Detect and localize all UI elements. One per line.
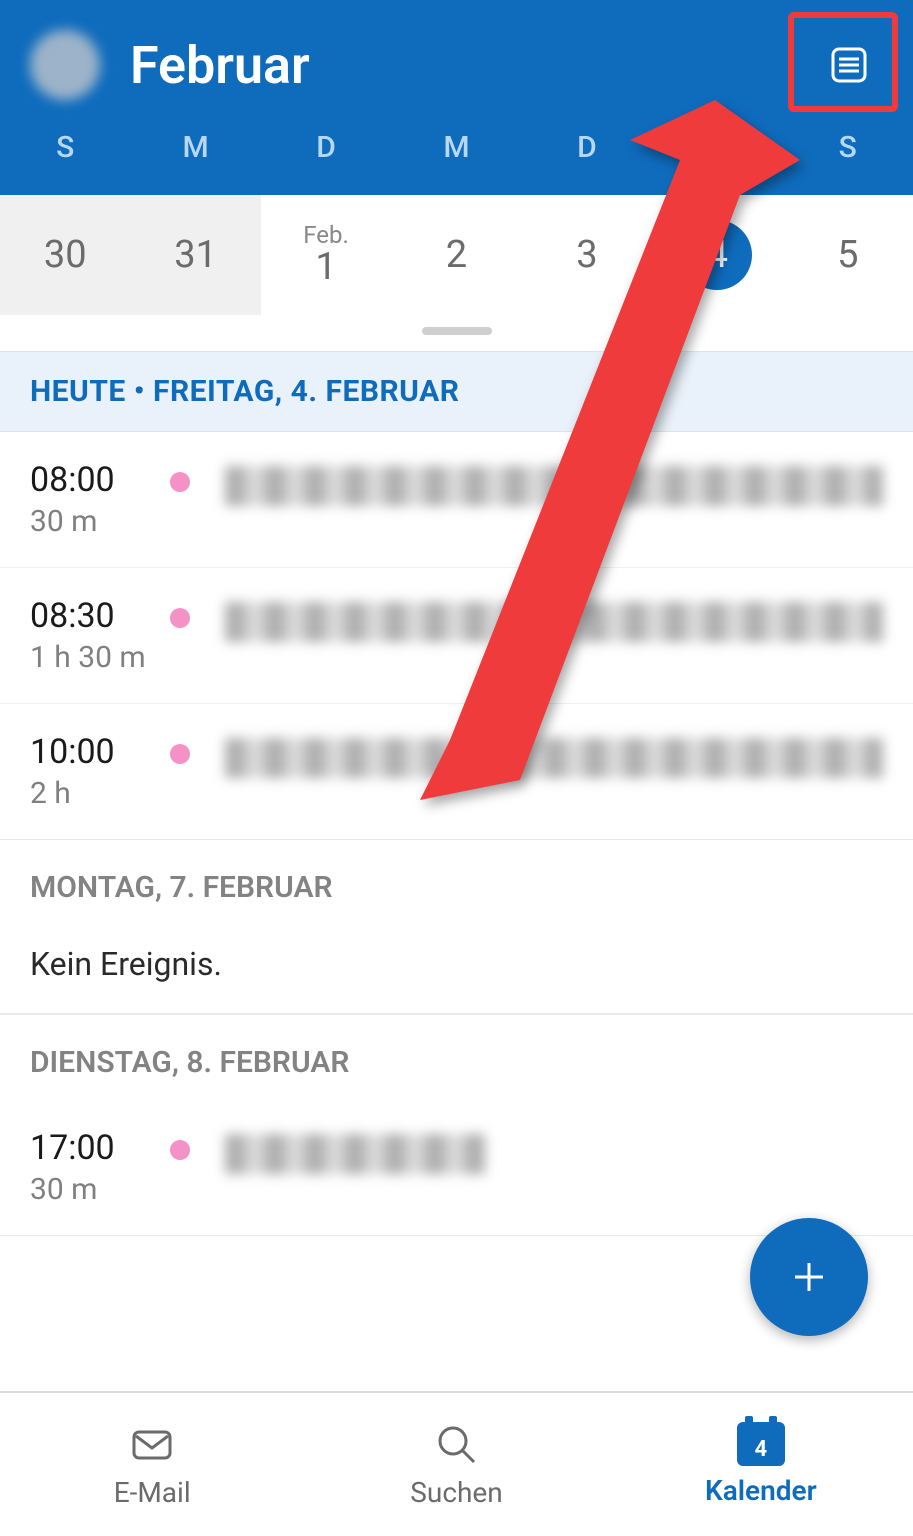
weekday-label: M [391, 130, 521, 165]
date-cell[interactable]: Feb. 1 [261, 195, 391, 315]
no-event-text: Kein Ereignis. [0, 925, 913, 1014]
nav-email[interactable]: E-Mail [0, 1393, 304, 1536]
weekday-label: F [652, 130, 782, 165]
nav-calendar[interactable]: 4 Kalender [609, 1393, 913, 1536]
date-row[interactable]: 30 31 Feb. 1 2 3 4 5 [0, 195, 913, 315]
weekday-label: S [783, 130, 913, 165]
nav-search[interactable]: Suchen [304, 1393, 608, 1536]
avatar[interactable] [30, 30, 100, 100]
event-title-redacted [225, 1134, 485, 1174]
new-event-button[interactable] [750, 1218, 868, 1336]
event-title-redacted [225, 602, 883, 642]
plus-icon [785, 1253, 833, 1301]
weekday-label: D [261, 130, 391, 165]
event-time: 17:00 30 m [30, 1128, 170, 1207]
day-header: MONTAG, 7. FEBRUAR [0, 839, 913, 925]
month-title[interactable]: Februar [130, 35, 310, 96]
event-row[interactable]: 08:00 30 m [0, 432, 913, 568]
weekday-label: D [522, 130, 652, 165]
event-time: 08:30 1 h 30 m [30, 596, 170, 675]
header-top: Februar [0, 0, 913, 120]
event-row[interactable]: 10:00 2 h [0, 704, 913, 839]
bottom-nav: E-Mail Suchen 4 Kalender [0, 1391, 913, 1536]
date-cell-selected[interactable]: 4 [652, 195, 782, 315]
date-cell[interactable]: 2 [391, 195, 521, 315]
weekday-row: S M D M D F S [0, 120, 913, 195]
mail-icon [128, 1420, 176, 1468]
today-header: HEUTE • FREITAG, 4. FEBRUAR [0, 351, 913, 432]
event-title-redacted [225, 738, 883, 778]
event-time: 08:00 30 m [30, 460, 170, 539]
event-row[interactable]: 08:30 1 h 30 m [0, 568, 913, 704]
event-time: 10:00 2 h [30, 732, 170, 811]
calendar-color-dot [170, 744, 190, 764]
event-title-redacted [225, 466, 883, 506]
drag-handle[interactable] [422, 327, 492, 335]
weekday-label: S [0, 130, 130, 165]
app-header: Februar S M D M D F S [0, 0, 913, 195]
date-cell[interactable]: 31 [130, 195, 260, 315]
agenda-list[interactable]: HEUTE • FREITAG, 4. FEBRUAR 08:00 30 m 0… [0, 351, 913, 1251]
agenda-view-icon [827, 43, 871, 87]
event-row[interactable]: 17:00 30 m [0, 1100, 913, 1235]
view-switch-button[interactable] [815, 31, 883, 99]
date-cell[interactable]: 30 [0, 195, 130, 315]
search-icon [432, 1420, 480, 1468]
calendar-color-dot [170, 1140, 190, 1160]
date-cell[interactable]: 3 [522, 195, 652, 315]
calendar-color-dot [170, 472, 190, 492]
calendar-icon: 4 [737, 1422, 785, 1466]
calendar-color-dot [170, 608, 190, 628]
weekday-label: M [130, 130, 260, 165]
day-header: DIENSTAG, 8. FEBRUAR [0, 1014, 913, 1100]
date-cell[interactable]: 5 [783, 195, 913, 315]
